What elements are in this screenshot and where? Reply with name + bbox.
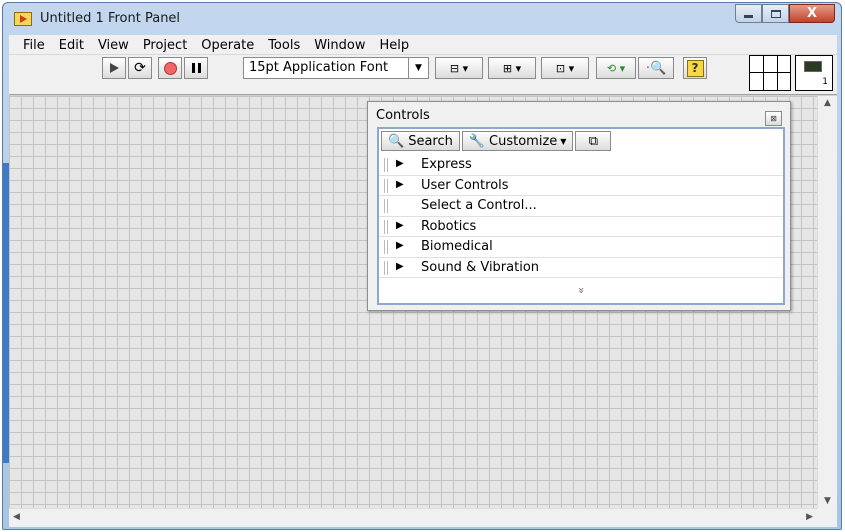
- vi-icon-number: 1: [822, 77, 828, 87]
- palette-item-label: Biomedical: [421, 239, 493, 254]
- window-controls: X: [735, 4, 835, 24]
- palette-search-button[interactable]: 🔍 Search: [381, 131, 460, 151]
- palette-toolbar: 🔍 Search 🔧 Customize ▼ ⧉: [381, 131, 613, 153]
- title-bar[interactable]: Untitled 1 Front Panel X: [3, 3, 841, 35]
- grip-icon: [384, 178, 388, 193]
- grip-icon: [384, 240, 388, 254]
- palette-item-label: Express: [421, 157, 472, 172]
- search-icon: 🔍: [388, 133, 405, 149]
- distribute-objects-icon: ⊞ ▾: [502, 61, 522, 75]
- palette-category-list: ▶ Express ▶ User Controls Select a Contr…: [379, 155, 783, 278]
- menu-bar: File Edit View Project Operate Tools Win…: [9, 35, 837, 55]
- align-objects-icon: ⊟ ▾: [449, 61, 469, 75]
- window-title: Untitled 1 Front Panel: [40, 11, 181, 26]
- reorder-button[interactable]: ⟲ ▾: [596, 57, 636, 79]
- palette-item-label: Select a Control...: [421, 198, 537, 213]
- vertical-scrollbar[interactable]: ▲ ▼: [817, 96, 837, 508]
- grip-icon: [384, 199, 388, 213]
- wrench-icon: 🔧: [468, 133, 486, 149]
- resize-objects-button[interactable]: ⊡ ▾: [541, 57, 589, 79]
- scroll-left-icon[interactable]: ◀: [13, 512, 20, 522]
- palette-search-label: Search: [408, 133, 453, 149]
- window-restore-icon: ⧉: [588, 133, 599, 149]
- menu-view[interactable]: View: [91, 35, 136, 55]
- menu-tools[interactable]: Tools: [261, 35, 307, 55]
- search-button[interactable]: ·🔍: [638, 57, 674, 79]
- expand-arrow-icon: ▶: [396, 158, 404, 169]
- menu-operate[interactable]: Operate: [194, 35, 261, 55]
- font-select-value: 15pt Application Font: [249, 60, 389, 75]
- palette-content: 🔍 Search 🔧 Customize ▼ ⧉ ▶ Express ▶ Use…: [377, 127, 785, 305]
- palette-item-express[interactable]: ▶ Express: [379, 155, 783, 176]
- scroll-up-icon[interactable]: ▲: [824, 98, 831, 108]
- close-button[interactable]: X: [789, 4, 835, 23]
- toolbar: ⟳ 15pt Application Font ▼ ⊟ ▾ ⊞ ▾ ⊡ ▾ ⟲ …: [9, 55, 837, 95]
- chevron-down-icon: ▼: [560, 136, 567, 146]
- palette-item-label: Sound & Vibration: [421, 259, 540, 275]
- menu-help[interactable]: Help: [372, 35, 416, 55]
- palette-customize-label: Customize: [489, 133, 558, 149]
- run-button[interactable]: [102, 57, 126, 79]
- abort-icon: [163, 61, 177, 75]
- expand-arrow-icon: ▶: [396, 219, 404, 231]
- vi-icon-screen: [804, 61, 822, 72]
- menu-window[interactable]: Window: [307, 35, 372, 55]
- palette-item-sound-vibration[interactable]: ▶ Sound & Vibration: [379, 258, 783, 278]
- reorder-icon: ⟲ ▾: [606, 61, 626, 75]
- context-help-button[interactable]: ?: [683, 57, 707, 79]
- text-settings-select[interactable]: 15pt Application Font ▼: [243, 57, 429, 79]
- palette-item-label: Robotics: [421, 218, 477, 234]
- grip-icon: [384, 158, 388, 172]
- controls-palette[interactable]: Controls ⊠ 🔍 Search 🔧 Customize ▼ ⧉ ▶ Ex…: [367, 101, 791, 311]
- align-objects-button[interactable]: ⊟ ▾: [435, 57, 483, 79]
- labview-app-icon: [14, 12, 32, 26]
- connector-pane[interactable]: [749, 55, 791, 91]
- run-arrow-icon: [109, 63, 119, 73]
- palette-item-select-control[interactable]: Select a Control...: [379, 196, 783, 217]
- expand-arrow-icon: ▶: [396, 260, 404, 272]
- chevron-down-icon: ▼: [408, 58, 428, 78]
- abort-button[interactable]: [158, 57, 182, 79]
- minimize-button[interactable]: [735, 4, 762, 23]
- palette-item-biomedical[interactable]: ▶ Biomedical: [379, 237, 783, 258]
- resize-objects-icon: ⊡ ▾: [555, 61, 575, 75]
- palette-pin-button[interactable]: ⧉: [575, 131, 612, 151]
- palette-item-user-controls[interactable]: ▶ User Controls: [379, 176, 783, 196]
- scrollbar-corner: [817, 508, 837, 527]
- palette-title: Controls: [376, 108, 430, 123]
- run-continuously-icon: ⟳: [134, 60, 146, 76]
- menu-project[interactable]: Project: [136, 35, 194, 55]
- scroll-right-icon[interactable]: ▶: [806, 512, 813, 522]
- distribute-objects-button[interactable]: ⊞ ▾: [488, 57, 536, 79]
- expand-arrow-icon: ▶: [396, 178, 404, 190]
- maximize-button[interactable]: [762, 4, 789, 23]
- expand-arrow-icon: ▶: [396, 240, 404, 251]
- run-continuously-button[interactable]: ⟳: [128, 57, 152, 79]
- double-chevron-down-icon: »: [574, 287, 588, 294]
- pause-button[interactable]: [184, 57, 208, 79]
- palette-item-label: User Controls: [421, 177, 509, 193]
- palette-item-robotics[interactable]: ▶ Robotics: [379, 217, 783, 237]
- palette-close-button[interactable]: ⊠: [765, 111, 782, 126]
- search-icon: ·🔍: [645, 60, 667, 76]
- horizontal-scrollbar[interactable]: ◀ ▶: [9, 508, 817, 527]
- palette-show-more-button[interactable]: »: [379, 284, 783, 297]
- window-side-accent: [3, 163, 9, 463]
- help-icon: ?: [686, 59, 704, 77]
- maximize-icon: [770, 9, 781, 18]
- grip-icon: [384, 219, 388, 234]
- menu-file[interactable]: File: [9, 35, 52, 55]
- grip-icon: [384, 260, 388, 275]
- vi-icon[interactable]: 1: [795, 55, 833, 91]
- pause-icon: [191, 63, 201, 73]
- palette-customize-button[interactable]: 🔧 Customize ▼: [461, 131, 574, 151]
- menu-edit[interactable]: Edit: [52, 35, 91, 55]
- scroll-down-icon[interactable]: ▼: [824, 496, 831, 506]
- minimize-icon: [744, 15, 753, 18]
